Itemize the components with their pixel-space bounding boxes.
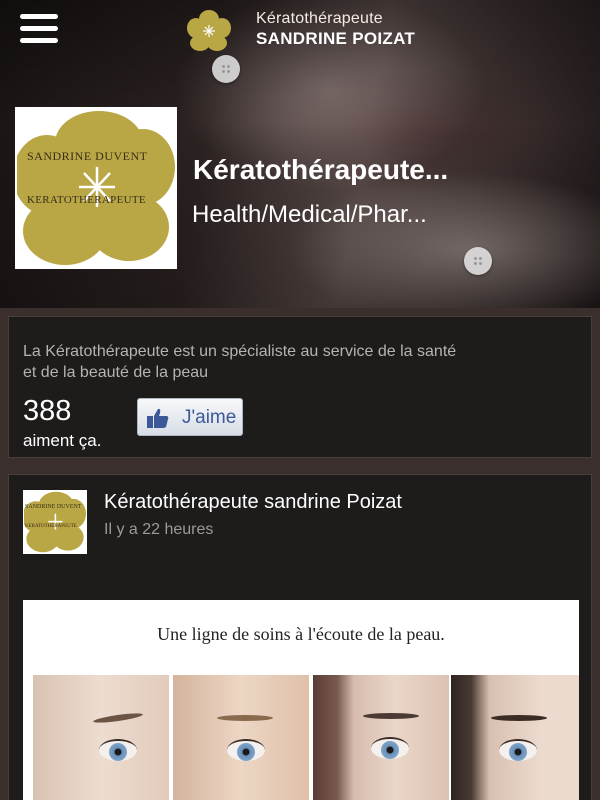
post-image[interactable]: Une ligne de soins à l'écoute de la peau… xyxy=(23,600,579,800)
about-card: La Kératothérapeute est un spécialiste a… xyxy=(8,316,592,458)
page-description: La Kératothérapeute est un spécialiste a… xyxy=(23,343,457,381)
thumbs-up-icon xyxy=(147,408,169,428)
more-options-icon[interactable] xyxy=(464,247,492,275)
page-category: Health/Medical/Phar... xyxy=(192,201,427,228)
flower-logo-icon xyxy=(17,111,175,265)
avatar-text-top: SANDRINE DUVENT xyxy=(25,504,82,510)
flower-logo-icon xyxy=(23,491,86,553)
post-author[interactable]: Kératothérapeute sandrine Poizat xyxy=(104,491,402,514)
like-button-label: J'aime xyxy=(182,407,237,428)
face-photo xyxy=(451,675,579,800)
likes-count: 388 xyxy=(23,395,72,427)
logo-text-bottom: KERATOTHERAPEUTE xyxy=(27,194,146,206)
post-image-caption: Une ligne de soins à l'écoute de la peau… xyxy=(157,624,445,644)
page-title[interactable]: Kératothérapeute... xyxy=(193,154,448,186)
brand-title: Kératothérapeute xyxy=(256,10,383,27)
menu-icon-bar xyxy=(20,38,58,43)
post-card: SANDRINE DUVENT KERATOTHERAPEUTE Kératot… xyxy=(8,474,592,800)
cover-photo: Kératothérapeute SANDRINE POIZAT SANDRIN… xyxy=(0,0,600,308)
brand-name: SANDRINE POIZAT xyxy=(256,29,416,48)
likes-label: aiment ça. xyxy=(23,431,102,450)
face-photo xyxy=(313,675,449,800)
profile-picture[interactable]: SANDRINE DUVENT KERATOTHERAPEUTE xyxy=(15,107,177,269)
flower-logo-icon xyxy=(187,10,231,51)
menu-icon-bar xyxy=(20,26,58,31)
avatar-text-bottom: KERATOTHERAPEUTE xyxy=(25,524,77,529)
post-avatar[interactable]: SANDRINE DUVENT KERATOTHERAPEUTE xyxy=(23,490,87,554)
face-photo xyxy=(33,675,169,800)
post-timestamp: Il y a 22 heures xyxy=(104,521,214,538)
menu-button[interactable] xyxy=(20,14,58,48)
more-options-icon[interactable] xyxy=(212,55,240,83)
menu-icon-bar xyxy=(20,14,58,19)
face-photo xyxy=(173,675,309,800)
logo-text-top: SANDRINE DUVENT xyxy=(27,149,148,163)
like-button[interactable]: J'aime xyxy=(137,398,243,436)
